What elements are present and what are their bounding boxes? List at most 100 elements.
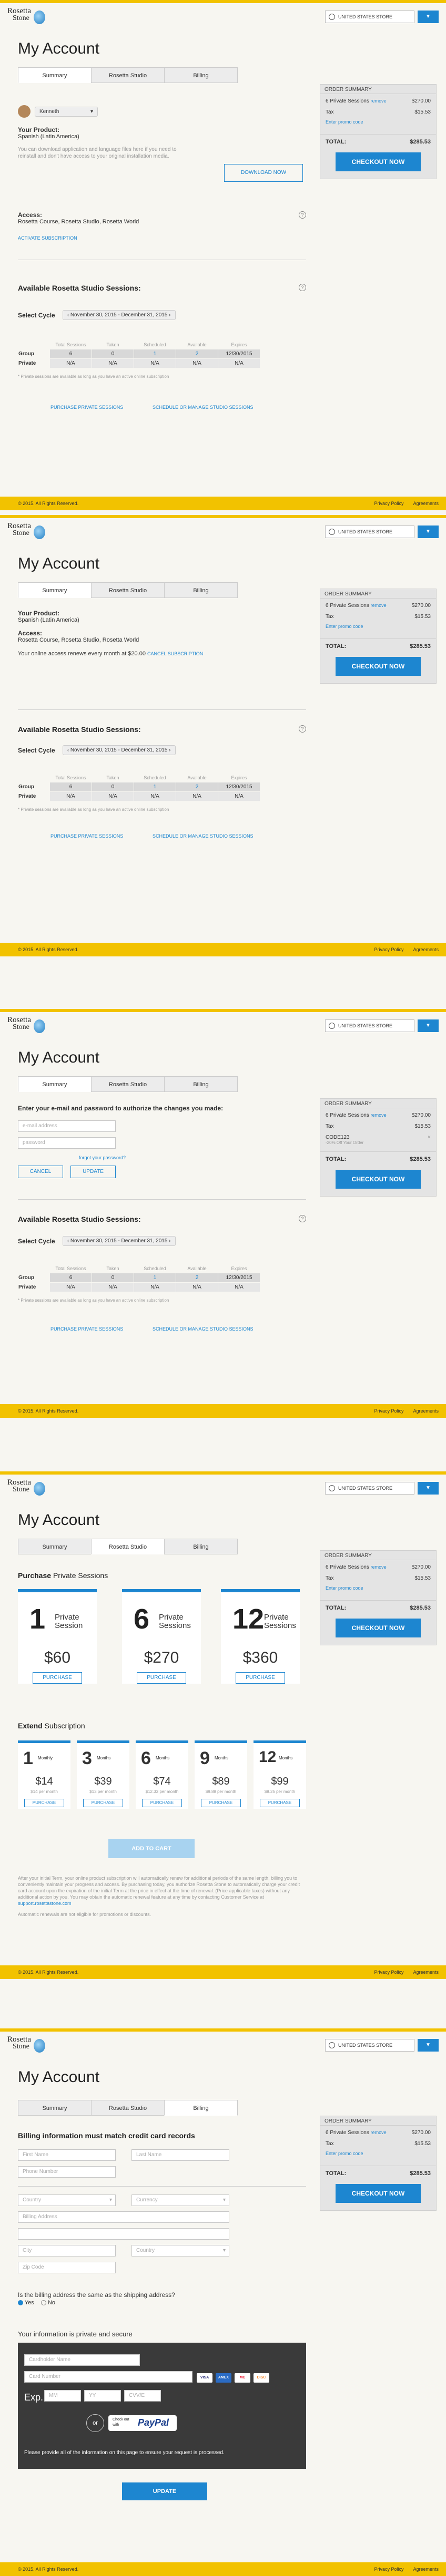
privacy-link[interactable]: Privacy Policy <box>374 1970 403 1975</box>
store-dropdown-button[interactable]: ▼ <box>418 11 439 23</box>
currency-select[interactable]: Currency <box>136 2197 158 2203</box>
checkout-button[interactable]: CHECKOUT NOW <box>336 1170 421 1189</box>
agreements-link[interactable]: Agreements <box>413 2567 439 2572</box>
purchase-button[interactable]: PURCHASE <box>201 1799 241 1807</box>
support-link[interactable]: support.rosettastone.com <box>18 1901 72 1906</box>
info-icon[interactable]: ? <box>299 1215 306 1222</box>
remove-link[interactable]: remove <box>371 1564 387 1570</box>
promo-link[interactable]: Enter promo code <box>320 621 436 632</box>
purchase-button[interactable]: PURCHASE <box>236 1672 285 1684</box>
schedule-sessions-link[interactable]: SCHEDULE OR MANAGE STUDIO SESSIONS <box>153 1326 254 1332</box>
store-selector[interactable]: UNITED STATES STORE <box>325 1019 414 1032</box>
logo[interactable]: Rosetta Stone <box>7 2036 31 2051</box>
tab-billing[interactable]: Billing <box>164 2100 238 2116</box>
password-field[interactable]: password <box>18 1137 116 1149</box>
info-icon[interactable]: ? <box>299 725 306 733</box>
privacy-link[interactable]: Privacy Policy <box>374 947 403 952</box>
update-button[interactable]: UPDATE <box>70 1166 116 1178</box>
cancel-button[interactable]: CANCEL <box>18 1166 63 1178</box>
paypal-button[interactable]: Check out with PayPal <box>108 2415 177 2431</box>
country-2-select[interactable]: Country <box>136 2248 155 2253</box>
cell-link[interactable]: 2 <box>176 782 218 792</box>
tab-rosetta-studio[interactable]: Rosetta Studio <box>91 2100 165 2116</box>
purchase-button[interactable]: PURCHASE <box>83 1799 123 1807</box>
cycle-selector[interactable]: ‹ November 30, 2015 - December 31, 2015 … <box>62 745 176 755</box>
agreements-link[interactable]: Agreements <box>413 501 439 506</box>
tab-rosetta-studio[interactable]: Rosetta Studio <box>91 67 165 83</box>
promo-link[interactable]: Enter promo code <box>320 2148 436 2159</box>
cycle-selector[interactable]: ‹ November 30, 2015 - December 31, 2015 … <box>62 1236 176 1246</box>
no-radio[interactable] <box>40 2300 46 2306</box>
info-icon[interactable]: ? <box>299 211 306 219</box>
tab-rosetta-studio[interactable]: Rosetta Studio <box>91 1076 165 1092</box>
tab-summary[interactable]: Summary <box>18 1539 92 1554</box>
tab-rosetta-studio[interactable]: Rosetta Studio <box>91 1539 165 1554</box>
user-selector[interactable]: Kenneth ▾ <box>35 106 98 117</box>
cell-link[interactable]: 2 <box>176 1273 218 1283</box>
yes-radio[interactable] <box>18 2300 23 2306</box>
download-now-button[interactable]: DOWNLOAD NOW <box>224 164 303 182</box>
tab-billing[interactable]: Billing <box>164 67 238 83</box>
purchase-button[interactable]: PURCHASE <box>260 1799 300 1807</box>
purchase-button[interactable]: PURCHASE <box>137 1672 186 1684</box>
store-dropdown-button[interactable]: ▼ <box>418 2039 439 2052</box>
close-icon[interactable]: × <box>428 1135 431 1140</box>
purchase-private-link[interactable]: PURCHASE PRIVATE SESSIONS <box>50 833 123 839</box>
cell-link[interactable]: 2 <box>176 349 218 359</box>
logo[interactable]: Rosetta Stone <box>7 1016 31 1031</box>
store-selector[interactable]: UNITED STATES STORE <box>325 2039 414 2052</box>
cycle-selector[interactable]: ‹ November 30, 2015 - December 31, 2015 … <box>62 310 176 320</box>
purchase-button[interactable]: PURCHASE <box>142 1799 182 1807</box>
cardholder-field[interactable]: Cardholder Name <box>24 2354 140 2366</box>
checkout-button[interactable]: CHECKOUT NOW <box>336 1619 421 1637</box>
store-dropdown-button[interactable]: ▼ <box>418 525 439 538</box>
city-field[interactable]: City <box>18 2245 116 2256</box>
activate-subscription-link[interactable]: ACTIVATE SUBSCRIPTION <box>18 235 139 241</box>
checkout-button[interactable]: CHECKOUT NOW <box>336 657 421 676</box>
promo-link[interactable]: Enter promo code <box>320 116 436 128</box>
info-icon[interactable]: ? <box>299 284 306 291</box>
billing-address-2-field[interactable] <box>18 2228 229 2240</box>
tab-billing[interactable]: Billing <box>164 1076 238 1092</box>
purchase-private-link[interactable]: PURCHASE PRIVATE SESSIONS <box>50 405 123 410</box>
privacy-link[interactable]: Privacy Policy <box>374 501 403 506</box>
last-name-field[interactable]: Last Name <box>131 2149 229 2161</box>
privacy-link[interactable]: Privacy Policy <box>374 2567 403 2572</box>
add-to-cart-button[interactable]: ADD TO CART <box>108 1839 195 1858</box>
forgot-password-link[interactable]: forgot your password? <box>79 1155 126 1160</box>
card-number-field[interactable]: Card Number <box>24 2371 192 2383</box>
agreements-link[interactable]: Agreements <box>413 1970 439 1975</box>
tab-rosetta-studio[interactable]: Rosetta Studio <box>91 582 165 598</box>
tab-billing[interactable]: Billing <box>164 582 238 598</box>
checkout-button[interactable]: CHECKOUT NOW <box>336 152 421 171</box>
country-select[interactable]: Country <box>23 2197 41 2203</box>
cancel-subscription-link[interactable]: CANCEL SUBSCRIPTION <box>147 651 203 656</box>
tab-summary[interactable]: Summary <box>18 1076 92 1092</box>
store-dropdown-button[interactable]: ▼ <box>418 1482 439 1495</box>
exp-month-field[interactable]: MM <box>44 2390 81 2402</box>
privacy-link[interactable]: Privacy Policy <box>374 1408 403 1414</box>
update-button[interactable]: UPDATE <box>122 2482 207 2500</box>
first-name-field[interactable]: First Name <box>18 2149 116 2161</box>
remove-link[interactable]: remove <box>371 603 387 608</box>
remove-link[interactable]: remove <box>371 98 387 104</box>
logo[interactable]: Rosetta Stone <box>7 7 31 22</box>
schedule-sessions-link[interactable]: SCHEDULE OR MANAGE STUDIO SESSIONS <box>153 405 254 410</box>
schedule-sessions-link[interactable]: SCHEDULE OR MANAGE STUDIO SESSIONS <box>153 833 254 839</box>
tab-summary[interactable]: Summary <box>18 67 92 83</box>
phone-field[interactable]: Phone Number <box>18 2166 116 2178</box>
remove-link[interactable]: remove <box>371 1112 387 1118</box>
email-field[interactable]: e-mail address <box>18 1120 116 1132</box>
purchase-button[interactable]: PURCHASE <box>33 1672 82 1684</box>
logo[interactable]: Rosetta Stone <box>7 522 31 537</box>
checkout-button[interactable]: CHECKOUT NOW <box>336 2184 421 2203</box>
tab-summary[interactable]: Summary <box>18 582 92 598</box>
purchase-private-link[interactable]: PURCHASE PRIVATE SESSIONS <box>50 1326 123 1332</box>
billing-address-field[interactable]: Billing Address <box>18 2211 229 2223</box>
cell-link[interactable]: 1 <box>134 782 176 792</box>
store-selector[interactable]: UNITED STATES STORE <box>325 1482 414 1495</box>
logo[interactable]: Rosetta Stone <box>7 1479 31 1493</box>
store-selector[interactable]: UNITED STATES STORE <box>325 525 414 538</box>
cvv-field[interactable]: CVV/E <box>124 2390 161 2402</box>
tab-billing[interactable]: Billing <box>164 1539 238 1554</box>
